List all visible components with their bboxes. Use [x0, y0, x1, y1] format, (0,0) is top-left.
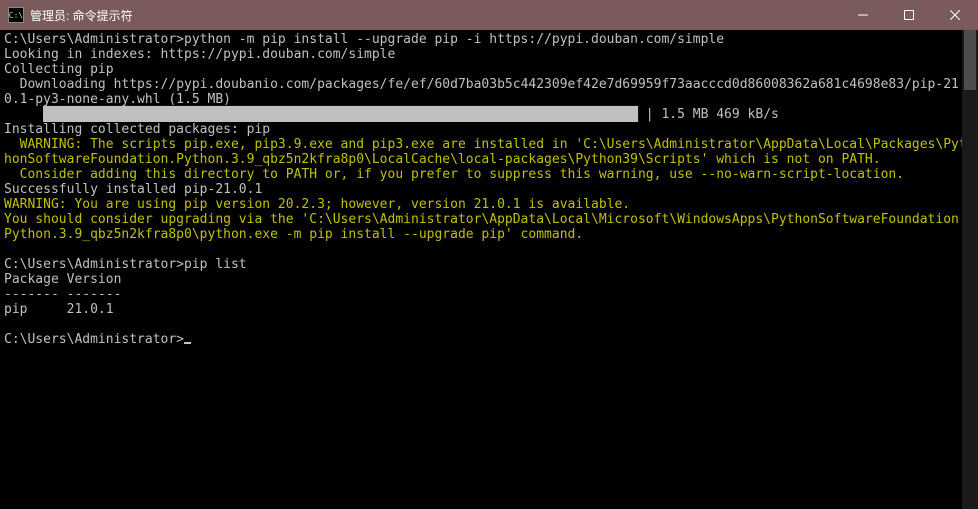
window-title: 管理员: 命令提示符: [30, 7, 840, 24]
maximize-button[interactable]: [886, 0, 932, 30]
terminal-line: C:\Users\Administrator>pip list: [4, 257, 974, 272]
window-controls: [840, 0, 978, 30]
terminal-line: Collecting pip: [4, 62, 974, 77]
progress-bar: ████████████████████████████████████████…: [43, 107, 638, 122]
titlebar[interactable]: C:\ 管理员: 命令提示符: [0, 0, 978, 30]
terminal-output[interactable]: C:\Users\Administrator>python -m pip ins…: [0, 30, 978, 509]
terminal-line: Installing collected packages: pip: [4, 122, 974, 137]
close-button[interactable]: [932, 0, 978, 30]
progress-suffix: | 1.5 MB 469 kB/s: [638, 107, 779, 122]
terminal-line: ████████████████████████████████████████…: [4, 107, 974, 122]
terminal-line: You should consider upgrading via the 'C…: [4, 212, 974, 242]
terminal-line: Package Version: [4, 272, 974, 287]
terminal-line: pip 21.0.1: [4, 302, 974, 317]
terminal-line: WARNING: The scripts pip.exe, pip3.9.exe…: [4, 137, 974, 167]
minimize-button[interactable]: [840, 0, 886, 30]
terminal-line: [4, 242, 974, 257]
terminal-line: ------- -------: [4, 287, 974, 302]
terminal-line: [4, 317, 974, 332]
terminal-line: WARNING: You are using pip version 20.2.…: [4, 197, 974, 212]
terminal-line: Successfully installed pip-21.0.1: [4, 182, 974, 197]
terminal-line: C:\Users\Administrator>python -m pip ins…: [4, 32, 974, 47]
cursor: [184, 342, 191, 344]
terminal-line: C:\Users\Administrator>: [4, 332, 974, 347]
cmd-icon: C:\: [8, 7, 24, 23]
terminal-line: Consider adding this directory to PATH o…: [4, 167, 974, 182]
scrollbar[interactable]: [962, 30, 978, 509]
terminal-line: Downloading https://pypi.doubanio.com/pa…: [4, 77, 974, 107]
terminal-line: Looking in indexes: https://pypi.douban.…: [4, 47, 974, 62]
scrollbar-thumb[interactable]: [964, 30, 976, 90]
